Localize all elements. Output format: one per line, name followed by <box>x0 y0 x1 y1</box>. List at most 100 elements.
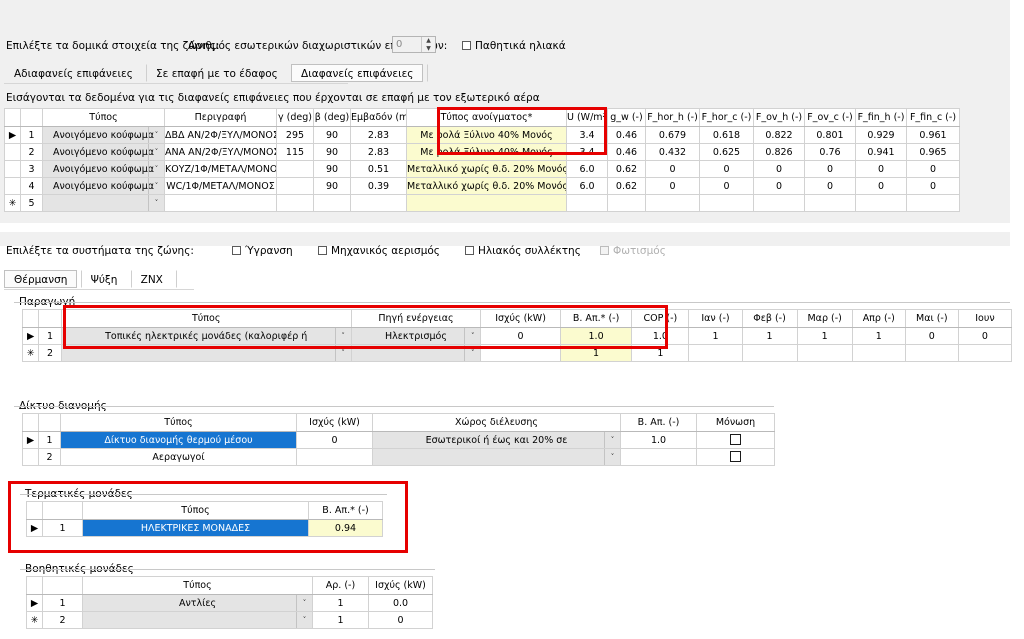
row-gamma[interactable] <box>276 160 314 178</box>
row-selector[interactable] <box>22 448 39 466</box>
table-row[interactable]: ▶ 1 ΗΛΕΚΤΡΙΚΕΣ ΜΟΝΑΔΕΣ 0.94 <box>26 519 383 537</box>
row-type-combo[interactable]: ˅ <box>60 344 352 362</box>
row-mar[interactable]: 1 <box>796 327 853 345</box>
row-fhorh[interactable]: 0 <box>645 160 700 178</box>
row-beta[interactable]: 90 <box>313 160 351 178</box>
row-opening-type[interactable]: Μεταλλικό χωρίς θ.δ. 20% Μονός <box>406 177 567 195</box>
system-tabs[interactable]: Θέρμανση Ψύξη ΖΝΧ <box>4 270 199 290</box>
row-beta[interactable]: 90 <box>313 143 351 161</box>
row-feb[interactable] <box>741 344 798 362</box>
inner-surfaces-value[interactable]: 0 <box>393 37 421 52</box>
row-efficiency[interactable]: 1.0 <box>620 431 697 449</box>
distribution-table[interactable]: Τύπος Ισχύς (kW) Χώρος διέλευσης Β. Απ. … <box>22 413 775 466</box>
row-fovh[interactable]: 0 <box>753 160 805 178</box>
table-row[interactable]: ▶ 1 Ανοιγόμενο κούφωμα ˅ ΔΒΔ ΑΝ/2Φ/ΞΥΛ/ΜΟ… <box>4 126 960 144</box>
table-row[interactable]: 4 Ανοιγόμενο κούφωμα ˅ WC/1Φ/ΜΕΤΑΛ/ΜΟΝΟΣ … <box>4 177 960 195</box>
row-description[interactable]: ΚΟΥΖ/1Φ/ΜΕΤΑΛ/ΜΟΝΟΣ <box>164 160 277 178</box>
table-row[interactable]: ▶ 1 Τοπικές ηλεκτρικές μονάδες (καλοριφέ… <box>21 327 1013 345</box>
auxiliary-units-table[interactable]: Τύπος Αρ. (-) Ισχύς (kW) ▶ 1 Αντλίες ˅ 1 … <box>26 576 433 629</box>
table-row-new[interactable]: ✳ 2 ˅ 1 0 <box>26 611 433 629</box>
row-u[interactable]: 6.0 <box>566 160 608 178</box>
row-power[interactable]: 0.0 <box>368 594 433 612</box>
row-gw[interactable]: 0.46 <box>607 126 646 144</box>
row-selector[interactable] <box>4 177 21 195</box>
row-opening-type[interactable]: Με ρολά Ξύλινο 40% Μονός <box>406 143 567 161</box>
row-fhorh[interactable] <box>645 194 700 212</box>
row-power[interactable] <box>296 448 373 466</box>
row-type[interactable]: Δίκτυο διανομής θερμού μέσου <box>60 431 297 449</box>
row-selector[interactable]: ▶ <box>22 431 39 449</box>
inner-surfaces-stepper[interactable]: 0 ▲ ▼ <box>392 36 436 53</box>
row-fhorc[interactable]: 0 <box>699 160 754 178</box>
row-space-combo[interactable]: ˅ <box>372 448 621 466</box>
surface-tabs[interactable]: Αδιαφανείς επιφάνειες Σε επαφή με το έδα… <box>4 64 450 84</box>
row-opening-type[interactable]: Με ρολά Ξύλινο 40% Μονός <box>406 126 567 144</box>
row-space-combo[interactable]: Εσωτερικοί ή έως και 20% σε ˅ <box>372 431 621 449</box>
stepper-up-icon[interactable]: ▲ <box>422 37 435 45</box>
row-description[interactable] <box>164 194 277 212</box>
row-gw[interactable]: 0.46 <box>607 143 646 161</box>
row-fovc[interactable] <box>804 194 856 212</box>
row-apr[interactable] <box>851 344 906 362</box>
row-ffinh[interactable]: 0 <box>855 177 907 195</box>
row-type[interactable]: ΗΛΕΚΤΡΙΚΕΣ ΜΟΝΑΔΕΣ <box>82 519 309 537</box>
row-type-combo[interactable]: Ανοιγόμενο κούφωμα ˅ <box>42 143 165 161</box>
row-fhorc[interactable]: 0.625 <box>699 143 754 161</box>
row-u[interactable]: 6.0 <box>566 177 608 195</box>
row-cop[interactable]: 1.0 <box>631 327 690 345</box>
row-type-combo[interactable]: Ανοιγόμενο κούφωμα ˅ <box>42 126 165 144</box>
row-fhorh[interactable]: 0.432 <box>645 143 700 161</box>
row-type-combo[interactable]: Ανοιγόμενο κούφωμα ˅ <box>42 160 165 178</box>
row-fhorc[interactable]: 0.618 <box>699 126 754 144</box>
row-efficiency[interactable]: 1 <box>559 344 633 362</box>
row-area[interactable]: 0.51 <box>350 160 407 178</box>
row-power[interactable]: 0 <box>480 327 561 345</box>
chevron-down-icon[interactable]: ˅ <box>296 612 312 628</box>
row-jan[interactable]: 1 <box>688 327 743 345</box>
row-ffinh[interactable]: 0.941 <box>855 143 907 161</box>
row-efficiency[interactable]: 0.94 <box>308 519 383 537</box>
row-area[interactable]: 2.83 <box>350 126 407 144</box>
row-opening-type[interactable]: Μεταλλικό χωρίς θ.δ. 20% Μονός <box>406 160 567 178</box>
row-ffinh[interactable]: 0 <box>855 160 907 178</box>
row-new-marker[interactable]: ✳ <box>21 344 40 362</box>
row-type-combo[interactable]: ˅ <box>82 611 313 629</box>
chevron-down-icon[interactable]: ˅ <box>148 178 164 194</box>
chevron-down-icon[interactable]: ˅ <box>296 595 312 611</box>
insulation-checkbox-icon[interactable] <box>730 434 741 445</box>
checkbox-box-icon[interactable] <box>232 246 241 255</box>
row-selector[interactable]: ▶ <box>26 519 43 537</box>
tab-opaque-surfaces[interactable]: Αδιαφανείς επιφάνειες <box>4 64 143 82</box>
chevron-down-icon[interactable]: ˅ <box>334 345 351 361</box>
row-gw[interactable] <box>607 194 646 212</box>
chevron-down-icon[interactable]: ˅ <box>148 127 164 143</box>
tab-transparent-surfaces[interactable]: Διαφανείς επιφάνειες <box>291 64 424 82</box>
passive-solar-checkbox[interactable]: Παθητικά ηλιακά <box>462 40 566 52</box>
row-may[interactable]: 0 <box>904 327 959 345</box>
row-selector[interactable]: ▶ <box>26 594 43 612</box>
row-selector[interactable] <box>4 160 21 178</box>
checkbox-mechanical-ventilation[interactable]: Μηχανικός αερισμός <box>318 245 440 257</box>
row-efficiency[interactable] <box>620 448 697 466</box>
row-fhorh[interactable]: 0 <box>645 177 700 195</box>
table-row[interactable]: 3 Ανοιγόμενο κούφωμα ˅ ΚΟΥΖ/1Φ/ΜΕΤΑΛ/ΜΟΝΟ… <box>4 160 960 178</box>
row-power[interactable] <box>480 344 561 362</box>
row-type-combo[interactable]: Τοπικές ηλεκτρικές μονάδες (καλοριφέρ ή ˅ <box>60 327 352 345</box>
table-row[interactable]: 2 Αεραγωγοί ˅ <box>22 448 775 466</box>
table-row[interactable]: ▶ 1 Δίκτυο διανομής θερμού μέσου 0 Εσωτε… <box>22 431 775 449</box>
row-selector[interactable] <box>4 143 21 161</box>
row-jun[interactable]: 0 <box>957 327 1013 345</box>
table-row[interactable]: 2 Ανοιγόμενο κούφωμα ˅ ΑΝΑ ΑΝ/2Φ/ΞΥΛ/ΜΟΝΟ… <box>4 143 960 161</box>
checkbox-box-icon[interactable] <box>465 246 474 255</box>
row-description[interactable]: ΔΒΔ ΑΝ/2Φ/ΞΥΛ/ΜΟΝΟΣ 1 <box>164 126 277 144</box>
row-beta[interactable]: 90 <box>313 177 351 195</box>
row-fovc[interactable]: 0.801 <box>804 126 856 144</box>
row-may[interactable] <box>904 344 959 362</box>
row-description[interactable]: WC/1Φ/ΜΕΤΑΛ/ΜΟΝΟΣ <box>164 177 277 195</box>
chevron-down-icon[interactable]: ˅ <box>334 328 351 344</box>
chevron-down-icon[interactable]: ˅ <box>464 345 480 361</box>
row-fovc[interactable]: 0.76 <box>804 143 856 161</box>
checkbox-box-icon[interactable] <box>318 246 327 255</box>
row-ffinc[interactable]: 0 <box>906 160 960 178</box>
row-gamma[interactable]: 115 <box>276 143 314 161</box>
